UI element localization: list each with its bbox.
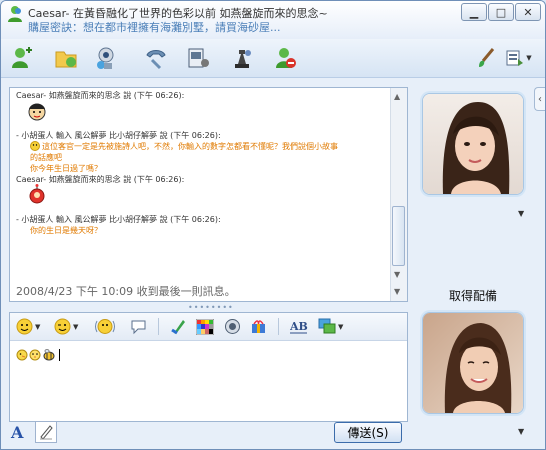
compose-text[interactable] [16,349,60,361]
chick-emoticon-icon [29,349,41,361]
panel-splitter-grip[interactable]: •••••••• [188,303,233,312]
minimize-icon: ▁ [469,5,479,19]
duck-emoticon-icon [16,349,28,361]
winks-button[interactable]: ▼ [54,317,78,336]
activities-icon [188,48,209,68]
toolbar: ▼ [1,39,545,78]
activities-button[interactable] [185,45,211,71]
crayon-icon [171,320,185,335]
block-icon [276,48,296,68]
close-button[interactable]: ✕ [515,3,541,21]
chevron-down-icon: ▼ [35,322,41,331]
view-options-button[interactable]: ▼ [503,45,535,71]
last-message-status: 2008/4/23 下午 10:09 收到最後一則訊息。 [16,285,236,298]
games-button[interactable] [229,45,255,71]
message-sender: - 小胡蛋人 輸入 風公解夢 比小胡仔解夢 說 (下午 06:26): [16,131,221,140]
chevron-down-icon: ▼ [73,322,79,331]
maximize-icon: □ [495,5,507,19]
phone-call-button[interactable] [143,45,169,71]
message-text: 的話應吧 [30,153,62,162]
nudge-button[interactable] [94,317,116,336]
wink-icon [54,318,71,335]
background-brush-button[interactable] [473,45,499,71]
scroll-down-icon[interactable]: ▼ [394,270,400,279]
scrollbar-thumb[interactable] [392,206,405,266]
contact-photo-icon [423,94,523,194]
messenger-icon [8,6,22,22]
font-style-button[interactable]: AB [290,317,308,336]
conversation-content: Caesar- 如燕盤旋而來的思念 說 (下午 06:26): - 小胡蛋人 輸… [16,88,386,278]
text-caret [59,349,60,361]
message-sender: - 小胡蛋人 輸入 風公解夢 比小胡仔解夢 說 (下午 06:26): [16,215,221,224]
background-button[interactable]: ▼ [318,317,343,336]
phone-call-icon [146,50,166,70]
emoticons-button[interactable]: ▼ [16,317,40,336]
contact-picture-menu-icon[interactable]: ▼ [518,209,524,218]
bee-emoticon-icon [43,349,55,361]
invite-contact-icon [12,47,32,68]
video-call-button[interactable] [93,45,119,71]
speech-bubble-icon [131,320,146,335]
message-compose-area[interactable]: ▼ ▼ AB ▼ [9,312,408,422]
chevron-left-icon: ‹ [538,93,542,105]
caesar-emoticon-icon [28,103,46,121]
contact-display-picture[interactable] [422,93,524,195]
formatting-toolbar: ▼ ▼ AB ▼ [10,313,407,341]
font-a-icon[interactable]: A [11,423,23,442]
toolbar-separator [278,318,279,335]
nudge-icon [95,319,115,334]
sound-button[interactable] [224,317,241,336]
chevron-down-icon: ▼ [338,322,344,331]
ink-button[interactable] [170,317,187,336]
my-photo-icon [423,313,523,413]
personal-message: 購屋密訣：想在都市裡擁有海灘別墅，請買海砂屋... [28,21,281,34]
font-ab-icon: AB [290,320,308,334]
message-text: 這位客官一定是先被施詩人吧，不然，你輸入的數字怎都看不懂呢？我們說個小故事 [42,142,338,151]
chat-window: Caesar- 在黃昏融化了世界的色彩以前 如燕盤旋而來的思念~ 購屋密訣：想在… [0,0,546,450]
window-controls: ▁ □ ✕ [461,3,541,21]
message-text: 你今年生日過了嗎？ [30,164,102,173]
scroll-up-icon[interactable]: ▲ [394,92,400,101]
robot-emoticon-icon [29,184,45,204]
message-text: 你的生日是幾天呀？ [30,226,102,235]
svg-text:AB: AB [290,320,308,333]
color-palette-button[interactable] [196,317,214,336]
pen-icon [40,425,53,440]
background-image-icon [318,318,336,334]
video-call-icon [97,47,114,69]
smiley-icon [16,318,33,335]
block-contact-button[interactable] [273,45,299,71]
view-options-icon [506,50,524,66]
send-files-button[interactable] [53,45,79,71]
games-icon [235,50,251,68]
scroll-end-icon[interactable]: ▼ [394,287,400,296]
bottom-bar: A 傳送(S) [1,420,545,449]
voice-clip-button[interactable] [130,317,147,336]
collapse-panel-button[interactable]: ‹ [534,87,545,111]
background-brush-icon [479,48,495,67]
chevron-down-icon: ▼ [526,54,532,62]
send-files-icon [55,51,77,68]
minimize-button[interactable]: ▁ [461,3,487,21]
speaker-icon [225,319,240,334]
gift-icon [252,320,265,333]
color-grid-icon [196,318,214,335]
gift-button[interactable] [250,317,267,336]
conversation-scrollbar[interactable]: ▲ ▼ ▼ [390,88,407,301]
toolbar-separator [158,318,159,335]
invite-contact-button[interactable] [9,45,35,71]
send-button[interactable]: 傳送(S) [334,422,402,443]
get-avatar-label[interactable]: 取得配備 [449,287,497,304]
maximize-button[interactable]: □ [488,3,514,21]
smiley-emoticon-icon [30,141,40,151]
close-icon: ✕ [523,5,533,19]
conversation-history[interactable]: Caesar- 如燕盤旋而來的思念 說 (下午 06:26): - 小胡蛋人 輸… [9,87,408,302]
my-picture-menu-icon[interactable]: ▼ [518,427,524,436]
handwriting-button[interactable] [35,421,57,443]
title-bar: Caesar- 在黃昏融化了世界的色彩以前 如燕盤旋而來的思念~ 購屋密訣：想在… [1,1,545,39]
my-display-picture[interactable] [422,312,524,414]
